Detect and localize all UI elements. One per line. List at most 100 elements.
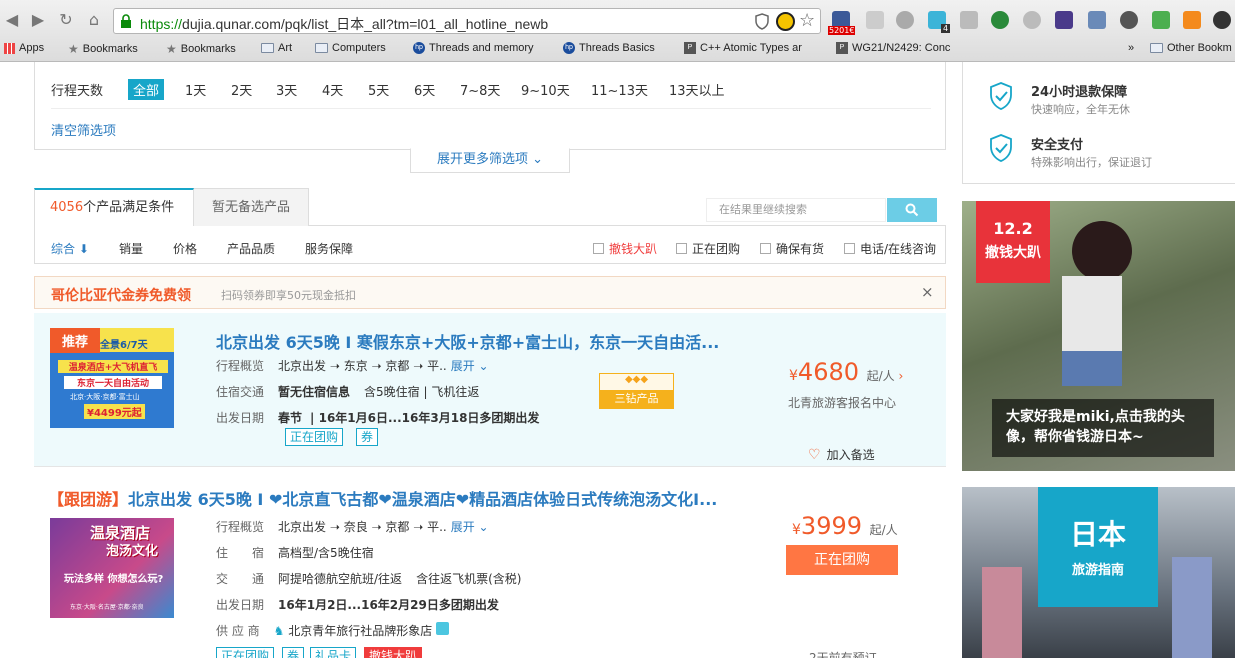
tag-coupon[interactable]: 券 [356,428,379,446]
lodging-detail: 含5晚住宿 | 飞机往返 [364,385,480,399]
filter-option-7-8d[interactable]: 7~8天 [460,80,500,99]
filter-option-13plus[interactable]: 13天以上 [669,80,725,99]
agency-name[interactable]: 北青旅游客报名中心 [788,394,896,411]
holiday-label: 春节 [278,411,303,425]
sidebar-ad-banner[interactable]: 12.2 撤钱大趴 大家好我是miki,点击我的头像，帮你省钱游日本~ [962,201,1235,471]
tag-gift-card[interactable]: 礼品卡 [310,647,357,658]
japan-guide-banner[interactable]: 日本 旅游指南 [962,487,1235,658]
checkbox-in-stock[interactable]: 确保有货 [760,240,824,257]
product-price[interactable]: ¥4680 起/人 › [789,358,903,386]
filter-option-3d[interactable]: 3天 [276,80,297,99]
bookmark-wg21[interactable]: P WG21/N2429: Conc [836,42,950,54]
evernote-extension-icon[interactable] [991,11,1009,29]
expand-itinerary-link[interactable]: 展开 ⌄ [451,518,489,535]
promo-banner[interactable]: 哥伦比亚代金券免费领 扫码领券即享50元现金抵扣 × [34,276,946,309]
bookmark-threads-basics[interactable]: hp Threads Basics [563,42,655,54]
chat-extension-icon[interactable] [896,11,914,29]
filter-option-4d[interactable]: 4天 [322,80,343,99]
window-extension-icon[interactable] [1088,11,1106,29]
bookmark-bookmarks-2[interactable]: ★ Bookmarks [166,42,236,56]
mask-extension-icon[interactable] [1213,11,1231,29]
filter-panel: 行程天数 全部 1天 2天 3天 4天 5天 6天 7~8天 9~10天 11~… [34,62,946,150]
checkbox-group-buying[interactable]: 正在团购 [676,240,740,257]
lodging-value: 暂无住宿信息 [278,385,351,399]
expand-filters-button[interactable]: 展开更多筛选项 ⌄ [410,148,570,173]
filter-option-11-13d[interactable]: 11~13天 [591,80,648,99]
product-price[interactable]: ¥3999 起/人 [792,512,898,540]
expand-itinerary-link[interactable]: 展开 ⌄ [451,357,489,374]
pocket-extension-icon[interactable] [1120,11,1138,29]
ghost-extension-icon[interactable] [776,12,795,31]
row-label: 出发日期 [216,411,265,425]
row-label: 行程概览 [216,520,265,534]
back-icon[interactable]: ◀ [2,10,22,30]
bookmarks-overflow[interactable]: » [1128,42,1134,54]
page-icon: P [684,42,696,54]
gplus-extension-icon[interactable] [866,11,884,29]
tag-cash-party[interactable]: 撤钱大趴 [364,647,423,658]
bookmark-folder-art[interactable]: Art [261,42,292,54]
checkbox-icon [844,243,855,254]
ad-caption: 大家好我是miki,点击我的头像，帮你省钱游日本~ [992,399,1214,457]
puzzle-extension-icon[interactable] [1152,11,1170,29]
product-type-tag: 【跟团游】 [48,490,129,509]
filter-option-1d[interactable]: 1天 [185,80,206,99]
checkbox-icon [593,243,604,254]
promo-badge-date: 12.2 [993,219,1033,238]
transport-row: 交 通 阿提哈德航空航班/往返 含往返飞机票(含税) [216,570,521,587]
sort-sales[interactable]: 销量 [119,240,143,257]
tab-saved[interactable]: 暂无备选产品 [194,188,309,226]
bookmark-other[interactable]: Other Bookm [1150,42,1232,54]
add-to-favorites-button[interactable]: ♡ 加入备选 [808,446,875,463]
product-title-row[interactable]: 【跟团游】北京出发 6天5晚 I ❤北京直飞古都❤温泉酒店❤精品酒店体验日式传统… [48,486,717,510]
tag-group-buying[interactable]: 正在团购 [285,428,344,446]
bookmark-threads-memory[interactable]: hp Threads and memory [413,42,534,54]
sort-price[interactable]: 价格 [173,240,197,257]
chat-icon[interactable] [436,622,450,635]
reload-icon[interactable]: ↻ [56,10,76,30]
thumb-text: 东京·大阪·名古屋·京都·奈良 [70,604,144,611]
filter-option-all[interactable]: 全部 [128,79,165,100]
thumb-text: 东京一天自由活动 [64,376,162,389]
sort-quality[interactable]: 产品品质 [227,240,275,257]
bookmark-apps[interactable]: Apps [4,42,44,54]
tag-coupon[interactable]: 券 [282,647,305,658]
bookmark-folder-computers[interactable]: Computers [315,42,386,54]
close-icon[interactable]: × [921,283,934,301]
product-title[interactable]: 北京出发 6天5晚 I 寒假东京+大阪+京都+富士山，东京一天自由活... [216,329,719,353]
bookmark-star-icon[interactable]: ☆ [799,10,815,31]
tab-results[interactable]: 4056个产品满足条件 [34,188,194,226]
folder-icon [1150,43,1163,53]
product-thumbnail[interactable]: 州全景6/7天 温泉酒店+大飞机直飞 东京一天自由活动 北京·大阪·京都·富士山… [50,328,174,428]
checkbox-cash-party[interactable]: 撤钱大趴 [593,240,657,257]
flag-extension-icon[interactable] [1055,11,1073,29]
checkbox-icon [760,243,771,254]
group-buy-button[interactable]: 正在团购 [786,545,898,575]
address-bar[interactable]: https://dujia.qunar.com/pqk/list_日本_all?… [113,8,821,34]
sort-service[interactable]: 服务保障 [305,240,353,257]
clear-filters-link[interactable]: 清空筛选项 [51,120,116,139]
bookmark-bookmarks-1[interactable]: ★ Bookmarks [68,42,138,56]
search-button[interactable] [887,198,937,222]
bell-extension-icon[interactable] [1023,11,1041,29]
apps-grid-icon [4,42,15,54]
folder-icon [261,43,274,53]
forward-icon[interactable]: ▶ [28,10,48,30]
filter-option-2d[interactable]: 2天 [231,80,252,99]
shield-icon[interactable] [754,13,770,30]
trash-extension-icon[interactable] [960,11,978,29]
supplier-link[interactable]: ♞ 北京青年旅行社品牌形象店 [274,622,450,639]
row-label: 行程概览 [216,359,265,373]
search-input[interactable]: 在结果里继续搜索 [706,198,886,222]
bookmark-atomic-types[interactable]: P C++ Atomic Types ar [684,42,802,54]
itinerary-row: 行程概览 北京出发 ➝ 东京 ➝ 京都 ➝ 平.. 展开 ⌄ [216,357,489,374]
product-thumbnail[interactable]: 温泉酒店 泡汤文化 玩法多样 你想怎么玩? 东京·大阪·名古屋·京都·奈良 [50,518,174,618]
filter-option-9-10d[interactable]: 9~10天 [521,80,570,99]
tag-group-buying[interactable]: 正在团购 [216,647,275,658]
checkbox-phone-consult[interactable]: 电话/在线咨询 [844,240,936,257]
rss-icon[interactable] [1183,11,1201,29]
filter-option-6d[interactable]: 6天 [414,80,435,99]
home-icon[interactable]: ⌂ [84,10,104,30]
filter-option-5d[interactable]: 5天 [368,80,389,99]
sort-default[interactable]: 综合 ⬇ [51,240,89,257]
